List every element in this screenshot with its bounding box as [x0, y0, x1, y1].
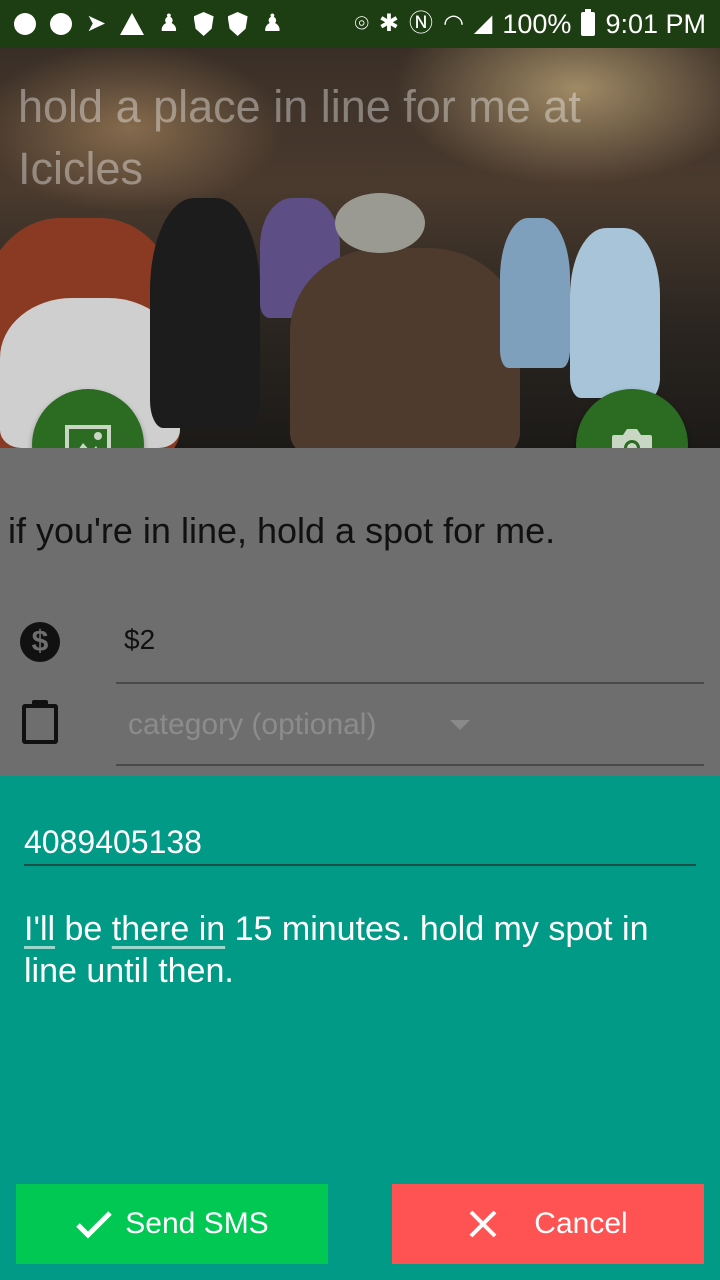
cancel-button[interactable]: Cancel — [392, 1184, 704, 1264]
shield-icon — [227, 12, 248, 36]
status-bar: ➤ ♟ ♟ ⌾ ✱ Ⓝ ◠ ◢ 100% 9:01 PM — [0, 0, 720, 48]
chevron-down-icon[interactable] — [450, 720, 470, 730]
category-underline — [116, 764, 704, 766]
wifi-icon: ◠ — [442, 10, 464, 37]
dollar-icon: $ — [20, 622, 60, 662]
cancel-label: Cancel — [534, 1207, 628, 1240]
photo-crowd — [150, 198, 260, 428]
photo-crowd — [335, 193, 425, 253]
clock: 9:01 PM — [605, 8, 706, 39]
bluetooth-icon: ✱ — [378, 10, 399, 37]
sms-sheet: I'll be there in 15 minutes. hold my spo… — [0, 776, 720, 1280]
signal-icon: ◢ — [473, 10, 493, 37]
request-description: if you're in line, hold a spot for me. — [8, 510, 556, 551]
chess-icon: ♟ — [158, 10, 180, 37]
price-underline — [116, 682, 704, 684]
message-word: I'll — [24, 910, 56, 948]
request-form: if you're in line, hold a spot for me. $… — [0, 448, 720, 776]
phone-number-input[interactable] — [24, 818, 696, 866]
price-field[interactable]: $2 — [124, 624, 155, 656]
send-sms-label: Send SMS — [125, 1207, 269, 1240]
category-select[interactable]: category (optional) — [128, 708, 376, 742]
warning-icon — [120, 13, 145, 35]
system-icons: ⌾ ✱ Ⓝ ◠ ◢ 100% 9:01 PM — [354, 9, 706, 40]
photo-crowd — [500, 218, 570, 368]
location-icon: ⌾ — [354, 10, 369, 37]
fire-icon — [50, 13, 72, 35]
chess-icon: ♟ — [261, 10, 284, 37]
message-word: there in — [111, 910, 226, 948]
photo-crowd — [570, 228, 660, 398]
sms-message-input[interactable]: I'll be there in 15 minutes. hold my spo… — [24, 908, 684, 992]
request-title: hold a place in line for me at Icicles — [18, 81, 581, 194]
close-icon — [469, 1210, 497, 1238]
message-icon — [14, 13, 36, 35]
price-row: $ $2 — [0, 618, 720, 688]
message-text: be — [55, 910, 112, 948]
send-icon: ➤ — [86, 10, 107, 37]
notification-icons: ➤ ♟ ♟ — [14, 12, 283, 36]
battery-percent: 100% — [502, 8, 572, 39]
battery-icon — [581, 9, 596, 36]
send-sms-button[interactable]: Send SMS — [16, 1184, 328, 1264]
clipboard-icon — [22, 700, 58, 744]
phone-underline — [24, 864, 696, 866]
hero-photo: hold a place in line for me at Icicles — [0, 48, 720, 448]
nfc-icon: Ⓝ — [408, 10, 433, 37]
shield-icon — [193, 12, 214, 36]
photo-crowd — [290, 248, 520, 448]
check-icon — [76, 1211, 113, 1239]
category-row: category (optional) — [0, 700, 720, 772]
